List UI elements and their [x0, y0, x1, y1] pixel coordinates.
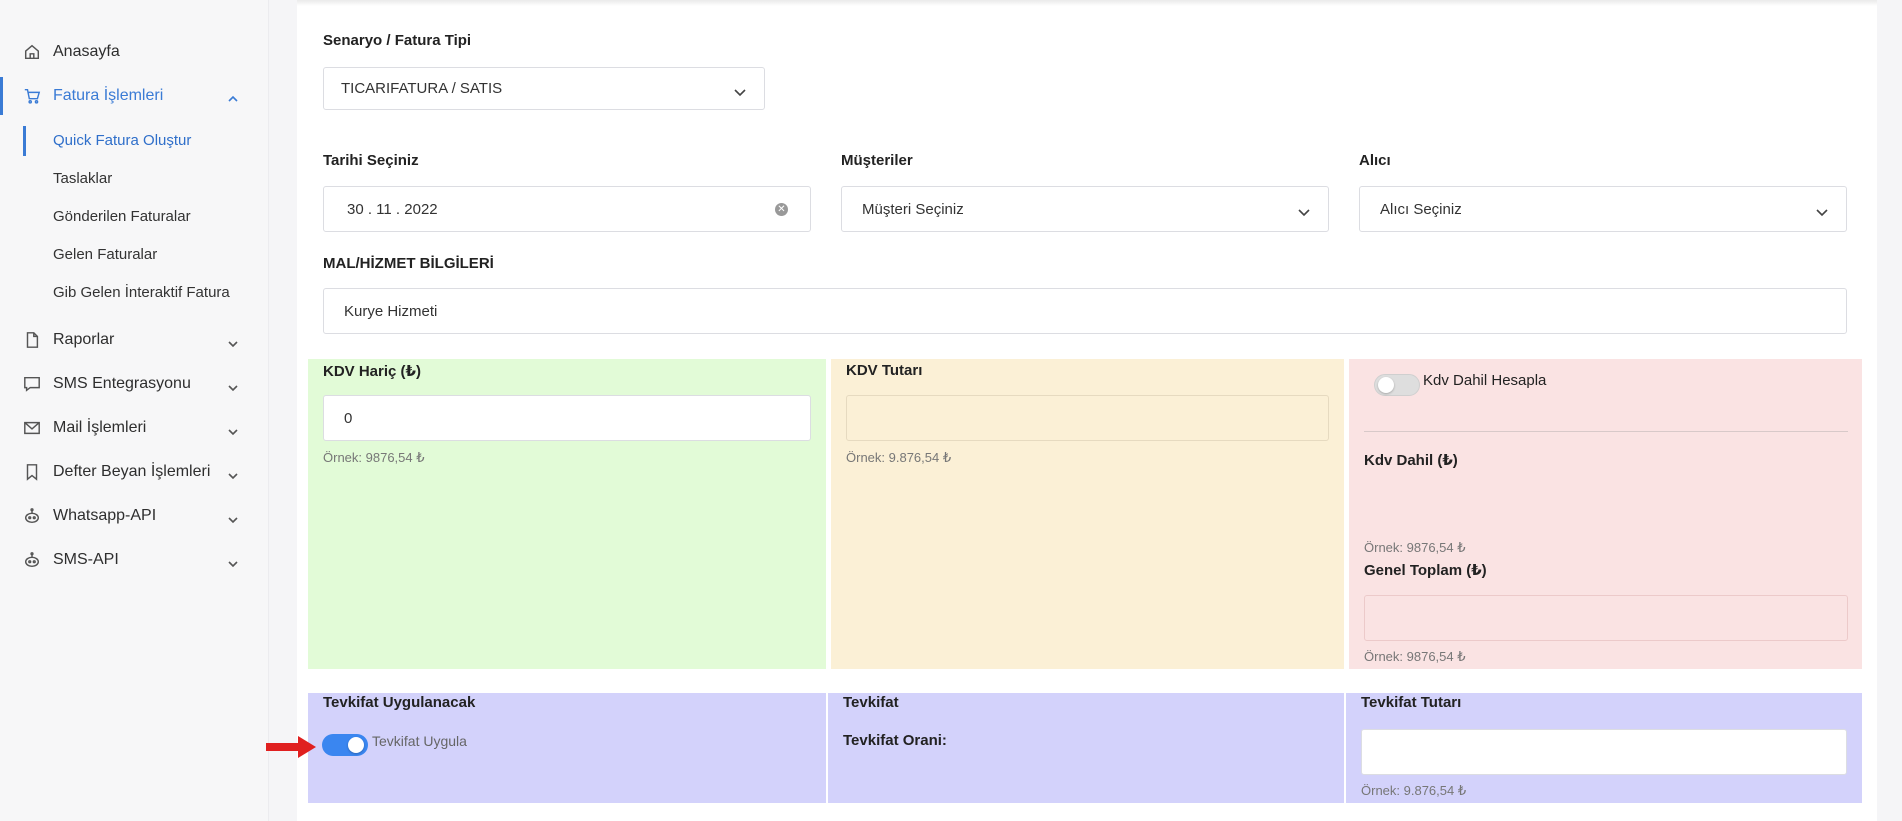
toggle-knob — [348, 737, 364, 753]
sidebar-item-sms-api[interactable]: SMS-API — [0, 545, 269, 575]
chevron-down-icon — [228, 424, 238, 436]
tevkifat-label: Tevkifat — [843, 694, 899, 711]
date-label: Tarihi Seçiniz — [323, 152, 419, 169]
sidebar-item-fatura-islemleri[interactable]: Fatura İşlemleri — [0, 81, 269, 111]
scenario-label: Senaryo / Fatura Tipi — [323, 32, 472, 49]
sidebar-subitem-quick-fatura[interactable]: Quick Fatura Oluştur — [53, 132, 191, 149]
receiver-value: Alıcı Seçiniz — [1380, 200, 1462, 218]
cart-icon — [22, 86, 42, 106]
genel-toplam-hint: Örnek: 9876,54 ₺ — [1364, 649, 1466, 664]
robot-icon — [22, 506, 42, 526]
tevkifat-toggle-label: Tevkifat Uygula — [372, 733, 467, 749]
toggle-knob — [1378, 377, 1394, 393]
sidebar-item-sms-entegrasyonu[interactable]: SMS Entegrasyonu — [0, 369, 269, 399]
receiver-select[interactable]: Alıcı Seçiniz — [1359, 186, 1847, 232]
robot-icon — [22, 550, 42, 570]
kdv-tutari-input[interactable] — [846, 395, 1329, 441]
tevkifat-orani-label: Tevkifat Orani: — [843, 732, 947, 749]
sidebar-item-label: SMS-API — [53, 551, 119, 568]
chevron-down-icon — [228, 512, 238, 524]
chevron-down-icon — [228, 556, 238, 568]
kdv-haric-label: KDV Hariç (₺) — [323, 363, 421, 380]
sidebar-item-whatsapp-api[interactable]: Whatsapp-API — [0, 501, 269, 531]
sidebar: Anasayfa Fatura İşlemleri Quick Fatura O… — [0, 0, 269, 821]
sidebar-item-label: Defter Beyan İşlemleri — [53, 463, 211, 480]
scenario-select[interactable]: TICARIFATURA / SATIS — [323, 67, 765, 110]
sidebar-subitem-gonderilen[interactable]: Gönderilen Faturalar — [53, 208, 191, 225]
file-icon — [22, 330, 42, 350]
chevron-down-icon — [228, 336, 238, 348]
clear-icon[interactable]: ✕ — [775, 203, 788, 216]
goods-input[interactable]: Kurye Hizmeti — [323, 288, 1847, 334]
sidebar-subitem-gelen[interactable]: Gelen Faturalar — [53, 246, 157, 263]
sidebar-item-label: Whatsapp-API — [53, 507, 157, 524]
receiver-label: Alıcı — [1359, 152, 1391, 169]
mail-icon — [22, 418, 42, 438]
chevron-up-icon — [228, 91, 238, 102]
chevron-down-icon — [228, 380, 238, 392]
goods-label: MAL/HİZMET BİLGİLERİ — [323, 255, 494, 272]
chevron-down-icon — [1816, 204, 1828, 217]
sidebar-item-defter-beyan[interactable]: Defter Beyan İşlemleri — [0, 457, 269, 487]
sub-active-indicator — [23, 126, 26, 156]
chevron-down-icon — [1298, 204, 1310, 217]
tevkifat-uygulanacak-label: Tevkifat Uygulanacak — [323, 694, 476, 711]
sidebar-item-label: Mail İşlemleri — [53, 419, 147, 436]
chevron-down-icon — [734, 84, 746, 96]
tevkifat-toggle[interactable] — [322, 734, 368, 756]
top-shadow — [297, 0, 1877, 6]
red-arrow-icon — [266, 736, 316, 758]
kdv-tutari-label: KDV Tutarı — [846, 362, 923, 379]
tevkifat-tutari-hint: Örnek: 9.876,54 ₺ — [1361, 783, 1467, 798]
kdv-haric-value: 0 — [344, 409, 353, 427]
sidebar-subitem-gib-gelen[interactable]: Gib Gelen İnteraktif Fatura — [53, 284, 230, 301]
sidebar-item-mail-islemleri[interactable]: Mail İşlemleri — [0, 413, 269, 443]
sidebar-item-raporlar[interactable]: Raporlar — [0, 325, 269, 355]
chat-icon — [22, 374, 42, 394]
goods-value: Kurye Hizmeti — [344, 302, 438, 320]
genel-toplam-input[interactable] — [1364, 595, 1848, 641]
sidebar-item-anasayfa[interactable]: Anasayfa — [0, 37, 269, 67]
date-value: 30 . 11 . 2022 — [347, 200, 438, 218]
tevkifat-tutari-label: Tevkifat Tutarı — [1361, 694, 1462, 711]
customers-value: Müşteri Seçiniz — [862, 200, 964, 218]
scenario-value: TICARIFATURA / SATIS — [341, 80, 503, 97]
kdv-dahil-toggle[interactable] — [1374, 374, 1420, 396]
sidebar-subitem-taslaklar[interactable]: Taslaklar — [53, 170, 112, 187]
kdv-dahil-toggle-label: Kdv Dahil Hesapla — [1423, 372, 1547, 389]
genel-toplam-label: Genel Toplam (₺) — [1364, 562, 1487, 579]
sidebar-item-label: Fatura İşlemleri — [53, 87, 164, 104]
customers-label: Müşteriler — [841, 152, 913, 169]
kdv-dahil-hint: Örnek: 9876,54 ₺ — [1364, 540, 1466, 555]
sidebar-item-label: Raporlar — [53, 331, 115, 348]
home-icon — [22, 42, 42, 62]
date-input[interactable]: 30 . 11 . 2022 ✕ — [323, 186, 811, 232]
kdv-haric-hint: Örnek: 9876,54 ₺ — [323, 450, 425, 465]
bookmark-icon — [22, 462, 42, 482]
customers-select[interactable]: Müşteri Seçiniz — [841, 186, 1329, 232]
kdv-haric-input[interactable]: 0 — [323, 395, 811, 441]
kdv-tutari-hint: Örnek: 9.876,54 ₺ — [846, 450, 952, 465]
sidebar-item-label: Anasayfa — [53, 43, 120, 60]
sidebar-item-label: SMS Entegrasyonu — [53, 375, 191, 392]
kdv-dahil-label: Kdv Dahil (₺) — [1364, 452, 1458, 469]
divider — [1364, 431, 1848, 432]
chevron-down-icon — [228, 468, 238, 480]
tevkifat-tutari-input[interactable] — [1361, 729, 1847, 775]
